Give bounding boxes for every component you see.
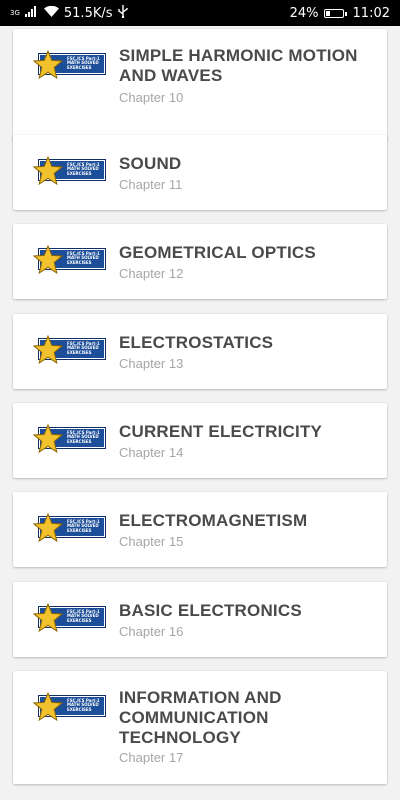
book-thumbnail: FSC.ICS Part-1 MATH SOLVED EXERCISES — [33, 512, 107, 546]
chapter-card-1[interactable]: FSC.ICS Part-1 MATH SOLVED EXERCISES SIM… — [13, 29, 387, 142]
thumbnail-text: FSC.ICS Part-1 MATH SOLVED EXERCISES — [67, 56, 100, 70]
star-icon — [33, 603, 63, 633]
chapter-number: Chapter 13 — [119, 356, 184, 371]
book-thumbnail: FSC.ICS Part-1 MATH SOLVED EXERCISES — [33, 155, 107, 189]
chapter-title: SIMPLE HARMONIC MOTION AND WAVES — [119, 46, 358, 85]
chapter-number: Chapter 12 — [119, 266, 184, 281]
book-thumbnail: FSC.ICS Part-1 MATH SOLVED EXERCISES — [33, 49, 107, 83]
thumbnail-text: FSC.ICS Part-1 MATH SOLVED EXERCISES — [67, 698, 100, 712]
thumbnail-text: FSC.ICS Part-1 MATH SOLVED EXERCISES — [67, 519, 100, 533]
chapter-card-2[interactable]: FSC.ICS Part-1 MATH SOLVED EXERCISES SOU… — [13, 135, 387, 210]
status-bar-left: 3G 51.5K/s — [10, 4, 128, 22]
thumbnail-line-3: EXERCISES — [67, 170, 92, 176]
star-icon — [33, 424, 63, 454]
chapter-list: FSC.ICS Part-1 MATH SOLVED EXERCISES SIM… — [0, 26, 400, 800]
chapter-card-8[interactable]: FSC.ICS Part-1 MATH SOLVED EXERCISES INF… — [13, 671, 387, 784]
battery-level — [325, 10, 330, 16]
thumbnail-text: FSC.ICS Part-1 MATH SOLVED EXERCISES — [67, 251, 100, 265]
usb-icon — [117, 4, 128, 22]
book-thumbnail: FSC.ICS Part-1 MATH SOLVED EXERCISES — [33, 334, 107, 368]
chapter-card-6[interactable]: FSC.ICS Part-1 MATH SOLVED EXERCISES ELE… — [13, 492, 387, 567]
signal-icon — [24, 5, 39, 21]
network-type: 3G — [10, 8, 20, 17]
star-icon — [33, 50, 63, 80]
book-thumbnail: FSC.ICS Part-1 MATH SOLVED EXERCISES — [33, 602, 107, 636]
star-icon — [33, 513, 63, 543]
chapter-number: Chapter 15 — [119, 534, 184, 549]
star-icon — [33, 335, 63, 365]
thumbnail-line-3: EXERCISES — [67, 527, 92, 533]
thumbnail-line-3: EXERCISES — [67, 438, 92, 444]
chapter-card-3[interactable]: FSC.ICS Part-1 MATH SOLVED EXERCISES GEO… — [13, 224, 387, 299]
chapter-title: CURRENT ELECTRICITY — [119, 422, 323, 441]
chapter-title: INFORMATION AND COMMUNICATION TECHNOLOGY — [119, 688, 282, 747]
chapter-title: SOUND — [119, 154, 182, 173]
chapter-number: Chapter 17 — [119, 750, 184, 765]
chapter-title: ELECTROMAGNETISM — [119, 511, 308, 530]
star-icon — [33, 156, 63, 186]
chapter-number: Chapter 14 — [119, 445, 184, 460]
thumbnail-text: FSC.ICS Part-1 MATH SOLVED EXERCISES — [67, 341, 100, 355]
thumbnail-line-3: EXERCISES — [67, 259, 92, 265]
battery-percent: 24% — [289, 5, 319, 21]
book-thumbnail: FSC.ICS Part-1 MATH SOLVED EXERCISES — [33, 691, 107, 725]
thumbnail-line-3: EXERCISES — [67, 64, 92, 70]
clock: 11:02 — [352, 5, 390, 21]
chapter-card-4[interactable]: FSC.ICS Part-1 MATH SOLVED EXERCISES ELE… — [13, 314, 387, 389]
chapter-card-7[interactable]: FSC.ICS Part-1 MATH SOLVED EXERCISES BAS… — [13, 582, 387, 657]
thumbnail-text: FSC.ICS Part-1 MATH SOLVED EXERCISES — [67, 609, 100, 623]
status-bar-right: 24% 11:02 — [290, 6, 390, 21]
thumbnail-line-3: EXERCISES — [67, 349, 92, 355]
thumbnail-text: FSC.ICS Part-1 MATH SOLVED EXERCISES — [67, 430, 100, 444]
chapter-number: Chapter 16 — [119, 624, 184, 639]
battery-icon — [323, 8, 347, 18]
network-speed: 51.5K/s — [63, 5, 113, 21]
chapter-number: Chapter 10 — [119, 90, 184, 105]
chapter-number: Chapter 11 — [119, 177, 183, 192]
chapter-title: GEOMETRICAL OPTICS — [119, 243, 316, 262]
chapter-card-5[interactable]: FSC.ICS Part-1 MATH SOLVED EXERCISES CUR… — [13, 403, 387, 478]
star-icon — [33, 692, 63, 722]
chapter-title: BASIC ELECTRONICS — [119, 601, 302, 620]
star-icon — [33, 245, 63, 275]
status-bar: 3G 51.5K/s 24% 11:02 — [0, 0, 400, 26]
thumbnail-text: FSC.ICS Part-1 MATH SOLVED EXERCISES — [67, 162, 100, 176]
book-thumbnail: FSC.ICS Part-1 MATH SOLVED EXERCISES — [33, 423, 107, 457]
book-thumbnail: FSC.ICS Part-1 MATH SOLVED EXERCISES — [33, 244, 107, 278]
thumbnail-line-3: EXERCISES — [67, 706, 92, 712]
thumbnail-line-3: EXERCISES — [67, 617, 92, 623]
chapter-title: ELECTROSTATICS — [119, 333, 274, 352]
wifi-icon — [43, 5, 59, 21]
